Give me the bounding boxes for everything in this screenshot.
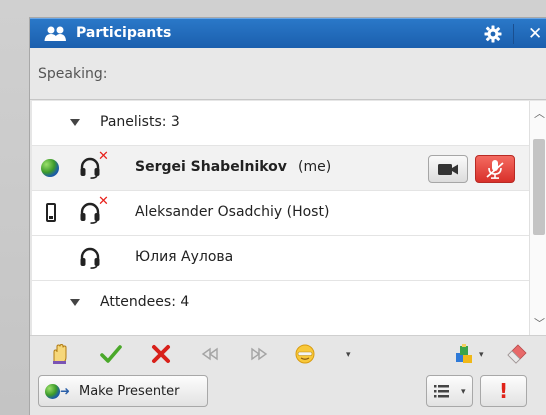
eraser-icon[interactable]: [506, 343, 528, 365]
arrow-right-icon: ➜: [60, 384, 71, 398]
panel-title: Participants: [76, 25, 172, 41]
participant-list: Panelists: 3 ✕ Sergei Shabelnikov (me) ✕…: [32, 101, 529, 335]
yes-check-icon[interactable]: [100, 343, 122, 365]
annotate-dropdown-icon[interactable]: ▾: [479, 350, 484, 360]
muted-x-icon: ✕: [98, 149, 109, 164]
scrollbar-thumb[interactable]: [533, 139, 545, 235]
phone-icon: [46, 203, 56, 222]
speaking-label: Speaking:: [38, 66, 108, 82]
titlebar-separator: [513, 24, 514, 44]
mute-microphone-button[interactable]: [475, 155, 515, 183]
make-presenter-label: Make Presenter: [79, 384, 180, 399]
participants-panel: Participants ✕ Speaking: Panelists: 3 ✕ …: [29, 17, 546, 415]
video-camera-icon: [438, 164, 458, 175]
panel-titlebar: Participants ✕: [30, 18, 546, 48]
alert-icon: !: [499, 379, 509, 403]
scroll-up-icon[interactable]: ︿: [534, 105, 545, 121]
feedback-toolbar: ▾ ▾: [30, 335, 546, 369]
list-scrollbar[interactable]: ︿ ﹀: [529, 101, 546, 335]
video-camera-button[interactable]: [428, 155, 468, 183]
participant-name: Sergei Shabelnikov: [135, 159, 287, 175]
make-presenter-button[interactable]: ➜ Make Presenter: [38, 375, 208, 407]
list-dropdown-icon: ▾: [461, 387, 466, 397]
bottom-bar: ➜ Make Presenter ▾ !: [30, 369, 546, 415]
alert-button[interactable]: !: [480, 375, 527, 407]
participant-suffix: (me): [298, 159, 332, 175]
list-options-button[interactable]: ▾: [426, 375, 473, 407]
microphone-muted-icon: [486, 160, 504, 179]
scroll-down-icon[interactable]: ﹀: [534, 315, 545, 331]
no-x-icon[interactable]: [150, 343, 172, 365]
group-label: Attendees: 4: [100, 294, 190, 310]
expand-triangle-icon[interactable]: [70, 299, 80, 306]
raise-hand-icon[interactable]: [48, 343, 70, 365]
list-icon: [434, 385, 449, 398]
speaking-area: Speaking:: [30, 48, 546, 100]
globe-icon: [45, 384, 60, 399]
group-header-panelists[interactable]: Panelists: 3: [32, 101, 529, 146]
muted-x-icon: ✕: [98, 194, 109, 209]
participant-name: Aleksander Osadchiy (Host): [135, 204, 330, 220]
expand-triangle-icon[interactable]: [70, 119, 80, 126]
emoticon-dropdown-icon[interactable]: ▾: [346, 350, 351, 360]
gear-icon[interactable]: [484, 25, 502, 47]
headset-icon[interactable]: [79, 247, 101, 273]
rewind-icon[interactable]: [199, 343, 221, 365]
participant-row[interactable]: Юлия Аулова: [32, 236, 529, 281]
participant-row[interactable]: ✕ Sergei Shabelnikov (me): [32, 146, 529, 191]
participant-name: Юлия Аулова: [135, 249, 234, 265]
close-icon[interactable]: ✕: [528, 24, 542, 44]
globe-icon: [41, 159, 59, 177]
annotate-icon[interactable]: [454, 343, 476, 365]
participant-row[interactable]: ✕ Aleksander Osadchiy (Host): [32, 191, 529, 236]
emoticon-icon[interactable]: [294, 343, 316, 365]
fast-forward-icon[interactable]: [248, 343, 270, 365]
group-header-attendees[interactable]: Attendees: 4: [32, 281, 529, 326]
group-label: Panelists: 3: [100, 114, 180, 130]
people-icon: [44, 26, 68, 46]
